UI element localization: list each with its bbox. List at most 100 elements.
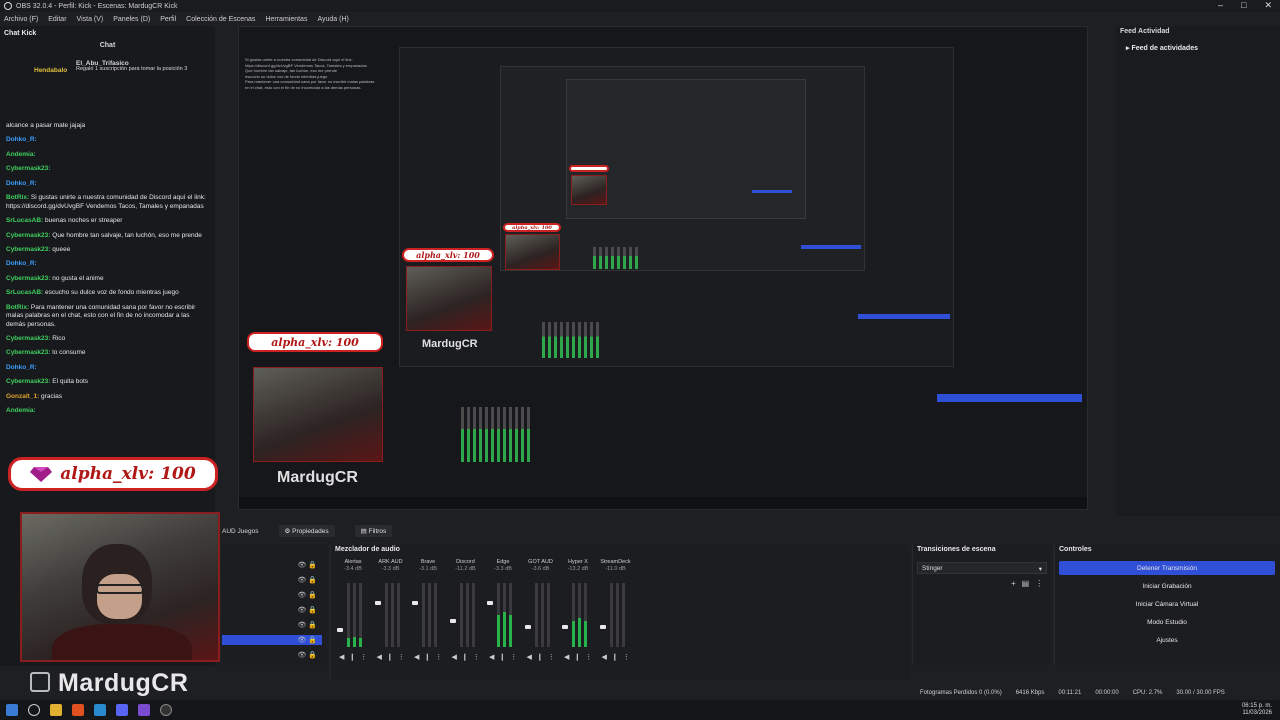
volume-fader[interactable] (449, 619, 456, 623)
chat-username[interactable]: Gonzalt_1: (6, 393, 39, 400)
volume-fader[interactable] (337, 628, 343, 632)
chat-username[interactable]: SrLucasAB: (6, 217, 43, 224)
chat-text: queee (52, 245, 71, 253)
visibility-icon[interactable]: 👁 🔒 (297, 621, 317, 629)
chat-username[interactable]: Andemia: (6, 407, 36, 414)
chat-username[interactable]: Cybermask23: (6, 165, 50, 172)
search-icon[interactable] (28, 704, 40, 716)
channel-db: -11.2 dB (455, 566, 476, 572)
transition-tools[interactable]: +▤⋮ (1011, 579, 1049, 588)
nested-streamer-name-2: MardugCR (422, 338, 478, 350)
channel-controls[interactable]: ◀❙⋮ (489, 653, 522, 661)
chat-username[interactable]: Cybermask23: (6, 335, 50, 342)
obs-logo-icon (4, 2, 12, 10)
channel-controls[interactable]: ◀❙⋮ (527, 653, 560, 661)
volume-fader[interactable] (487, 601, 493, 605)
start-recording-button[interactable]: Iniciar Grabación (1059, 579, 1275, 593)
chat-username[interactable]: Cybermask23: (6, 349, 50, 356)
dropped-frames: Fotogramas Perdidos 0 (0.0%) (920, 690, 1002, 696)
chat-username[interactable]: Cybermask23: (6, 378, 50, 385)
start-virtual-camera-button[interactable]: Iniciar Cámara Virtual (1059, 597, 1275, 611)
mixer-channel: Alertas -3.4 dB ◀❙⋮ (335, 559, 371, 661)
menu-item[interactable]: Ayuda (H) (317, 16, 348, 23)
channel-controls[interactable]: ◀❙⋮ (377, 653, 410, 661)
chat-username[interactable]: Dohko_R: (6, 136, 37, 143)
visibility-icon[interactable]: 👁 🔒 (297, 636, 317, 644)
chat-message: Dohko_R: (6, 260, 206, 268)
mixer-channel: ARK AUD -3.3 dB ◀❙⋮ (373, 559, 409, 661)
activity-feed-item[interactable]: ▸ Feed de actividades (1126, 44, 1198, 52)
nested-alert-banner-4 (569, 165, 609, 172)
studio-mode-button[interactable]: Modo Estudio (1059, 615, 1275, 629)
nested-stop-button (937, 394, 1082, 402)
channel-controls[interactable]: ◀❙⋮ (339, 653, 372, 661)
chat-text: buenas noches er streaper (45, 217, 123, 225)
menu-item[interactable]: Colección de Escenas (186, 16, 255, 23)
nested-stop-button-3 (801, 245, 861, 249)
visibility-icon[interactable]: 👁 🔒 (297, 606, 317, 614)
source-name: AUD Juegos (222, 527, 259, 535)
volume-fader[interactable] (562, 625, 568, 629)
nested-chat-line: Si gustas unirte a nuestra comunidad de … (245, 57, 367, 68)
edge-icon[interactable] (94, 704, 106, 716)
chat-text: escucho su dulce voz de fondo mientras j… (45, 289, 179, 297)
menu-item[interactable]: Editar (48, 16, 66, 23)
channel-controls[interactable]: ◀❙⋮ (564, 653, 597, 661)
volume-fader[interactable] (412, 601, 418, 605)
start-icon[interactable] (6, 704, 18, 716)
channel-db: -3.3 dB (381, 566, 400, 572)
channel-controls[interactable]: ◀❙⋮ (452, 653, 485, 661)
channel-controls[interactable]: ◀❙⋮ (414, 653, 447, 661)
obs-icon[interactable] (160, 704, 172, 716)
properties-button[interactable]: ⚙ Propiedades (278, 525, 335, 537)
chat-username[interactable]: Cybermask23: (6, 232, 50, 239)
folder-icon[interactable] (50, 704, 62, 716)
visibility-icon[interactable]: 👁 🔒 (297, 591, 317, 599)
visibility-icon[interactable]: 👁 🔒 (297, 561, 317, 569)
app-icon[interactable] (138, 704, 150, 716)
menu-item[interactable]: Paneles (D) (113, 16, 150, 23)
chat-message: Cybermask23: queee (6, 246, 206, 254)
system-tray-clock[interactable]: 06:15 p. m. 11/03/2026 (1242, 703, 1272, 717)
chat-username[interactable]: Cybermask23: (6, 246, 50, 253)
menu-item[interactable]: Perfil (160, 16, 176, 23)
record-time: 00:00:00 (1095, 690, 1119, 696)
audio-mixer-dock: Mezclador de audio Alertas -3.4 dB ◀❙⋮ ARK … (330, 545, 910, 680)
chat-username[interactable]: Cybermask23: (6, 275, 50, 282)
preview-canvas[interactable]: Si gustas unirte a nuestra comunidad de … (238, 26, 1088, 510)
filters-button[interactable]: ▤ Filtros (354, 525, 393, 537)
chat-username[interactable]: SrLucasAB: (6, 289, 43, 296)
chat-username[interactable]: Dohko_R: (6, 180, 37, 187)
chat-username[interactable]: BotRix: (6, 304, 29, 311)
transitions-title: Transiciones de escena (917, 546, 996, 553)
chat-text: gracias (41, 392, 63, 400)
chat-username[interactable]: BotRix: (6, 194, 29, 201)
activity-feed-title: Feed Actividad (1120, 28, 1170, 35)
stop-streaming-button[interactable]: Detener Transmisión (1059, 561, 1275, 575)
menu-item[interactable]: Herramientas (265, 16, 307, 23)
nested-webcam-3 (505, 234, 560, 270)
chat-username[interactable]: Dohko_R: (6, 364, 37, 371)
nested-webcam (253, 367, 383, 462)
channel-db: -3.4 dB (344, 566, 362, 572)
settings-button[interactable]: Ajustes (1059, 633, 1275, 647)
volume-fader[interactable] (524, 625, 531, 629)
menu-item[interactable]: Archivo (F) (4, 16, 38, 23)
channel-db: -3.1 dB (419, 566, 437, 572)
maximize-icon[interactable]: □ (1241, 0, 1246, 11)
nested-meters-2 (542, 322, 599, 358)
menu-item[interactable]: Vista (V) (77, 16, 104, 23)
chat-username[interactable]: Andemia: (6, 151, 36, 158)
volume-fader[interactable] (374, 601, 381, 605)
minimize-icon[interactable]: – (1218, 0, 1223, 11)
brave-icon[interactable] (72, 704, 84, 716)
volume-fader[interactable] (599, 625, 606, 629)
close-icon[interactable]: ✕ (1264, 0, 1272, 11)
channel-controls[interactable]: ◀❙⋮ (602, 653, 635, 661)
visibility-icon[interactable]: 👁 🔒 (297, 576, 317, 584)
transition-select[interactable]: Stinger ▾ (917, 562, 1047, 574)
discord-icon[interactable] (116, 704, 128, 716)
visibility-icon[interactable]: 👁 🔒 (297, 651, 317, 659)
nested-preview-1: Si gustas unirte a nuestra comunidad de … (239, 27, 1087, 497)
chat-username[interactable]: Dohko_R: (6, 260, 37, 267)
